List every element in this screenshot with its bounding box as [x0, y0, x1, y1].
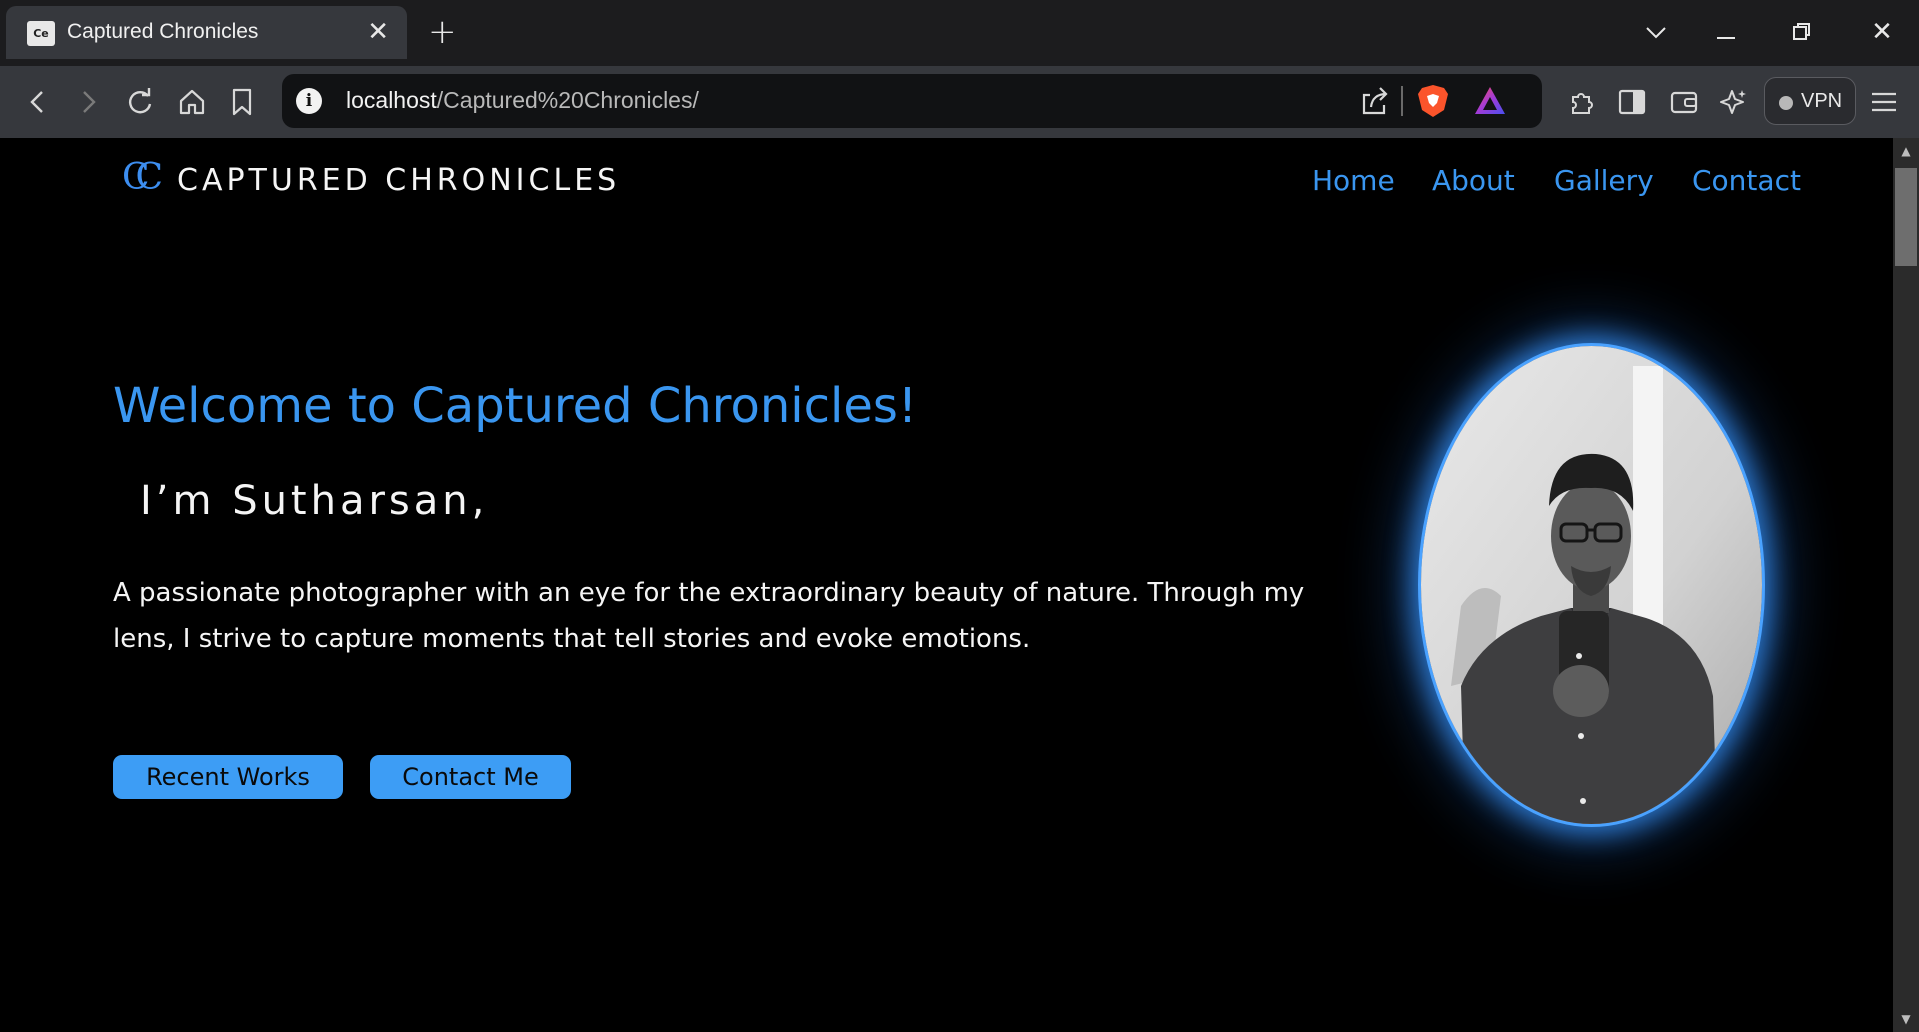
wallet-icon[interactable]: [1664, 82, 1704, 122]
browser-tab-strip: Ce Captured Chronicles ✕ + ✕: [0, 0, 1919, 66]
share-icon[interactable]: [1356, 83, 1392, 119]
info-icon[interactable]: i: [296, 88, 322, 114]
recent-works-button[interactable]: Recent Works: [113, 755, 343, 799]
forward-button[interactable]: [68, 82, 108, 122]
url-text[interactable]: localhost/Captured%20Chronicles/: [346, 87, 699, 114]
tab-close-icon[interactable]: ✕: [367, 17, 389, 47]
page-viewport: CC CAPTURED CHRONICLES Home About Galler…: [0, 138, 1893, 1032]
browser-tab[interactable]: Ce Captured Chronicles ✕: [6, 6, 407, 59]
address-divider: [1401, 86, 1403, 116]
url-path: /Captured%20Chronicles/: [436, 87, 699, 113]
nav-home[interactable]: Home: [1312, 164, 1395, 197]
site-logo-mark[interactable]: CC: [122, 158, 163, 198]
sidebar-icon[interactable]: [1612, 82, 1652, 122]
tab-title: Captured Chronicles: [67, 20, 259, 43]
puzzle-icon[interactable]: [1562, 82, 1602, 122]
home-icon[interactable]: [172, 82, 212, 122]
tab-favicon-icon: Ce: [27, 21, 55, 46]
profile-portrait: [1421, 346, 1762, 824]
contact-me-button[interactable]: Contact Me: [370, 755, 571, 799]
hero-description: A passionate photographer with an eye fo…: [113, 578, 1305, 654]
reload-icon[interactable]: [120, 82, 160, 122]
scrollbar-thumb[interactable]: [1895, 168, 1917, 266]
page-scrollbar[interactable]: ▲ ▼: [1893, 138, 1919, 1032]
nav-gallery[interactable]: Gallery: [1554, 164, 1654, 197]
scroll-down-arrow-icon[interactable]: ▼: [1893, 1012, 1919, 1026]
hero-title: Welcome to Captured Chronicles!: [113, 378, 918, 434]
sparkle-icon[interactable]: [1714, 82, 1754, 122]
hero-name: I’m Sutharsan,: [140, 478, 489, 524]
bookmark-icon[interactable]: [222, 82, 262, 122]
vpn-label: VPN: [1801, 90, 1843, 112]
window-close-icon[interactable]: ✕: [1862, 12, 1902, 52]
vpn-button[interactable]: VPN: [1764, 77, 1856, 125]
minimize-icon[interactable]: [1706, 12, 1746, 52]
vpn-status-icon: [1779, 96, 1793, 110]
nav-about[interactable]: About: [1432, 164, 1515, 197]
back-button[interactable]: [18, 82, 58, 122]
scroll-up-arrow-icon[interactable]: ▲: [1893, 144, 1919, 158]
new-tab-icon[interactable]: +: [428, 12, 457, 52]
restore-icon[interactable]: [1782, 12, 1822, 54]
nav-contact[interactable]: Contact: [1692, 164, 1801, 197]
address-bar[interactable]: i localhost/Captured%20Chronicles/: [282, 74, 1542, 128]
portrait-photo: [1421, 346, 1762, 824]
url-host: localhost: [346, 87, 437, 113]
brave-rewards-icon[interactable]: [1473, 85, 1507, 117]
brave-shields-icon[interactable]: [1416, 83, 1450, 119]
hamburger-icon[interactable]: [1864, 82, 1904, 122]
site-logo-text[interactable]: CAPTURED CHRONICLES: [177, 163, 620, 198]
browser-toolbar: i localhost/Captured%20Chronicles/ VPN: [0, 66, 1919, 138]
tab-search-chevron-icon[interactable]: [1636, 12, 1676, 52]
